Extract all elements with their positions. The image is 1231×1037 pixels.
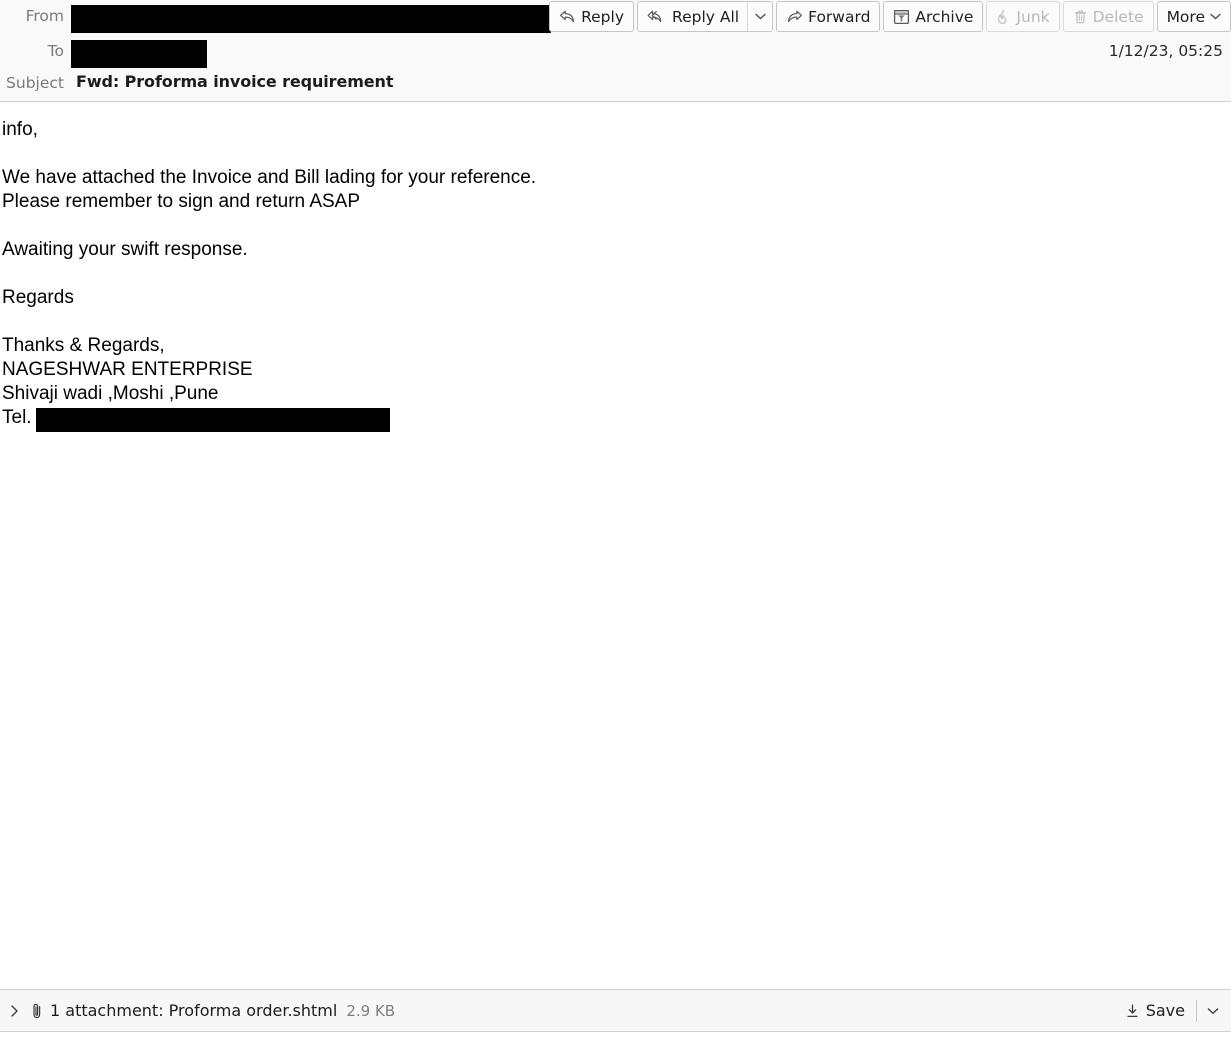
attachment-summary-label: 1 attachment: Proforma order.shtml xyxy=(50,1001,338,1020)
chevron-down-icon xyxy=(1207,1007,1219,1015)
reply-all-arrow-icon xyxy=(647,9,667,24)
subject-label: Subject xyxy=(6,74,64,92)
delete-button-label: Delete xyxy=(1092,7,1144,26)
junk-button[interactable]: Junk xyxy=(986,1,1060,32)
from-value-redaction xyxy=(71,5,551,33)
junk-button-label: Junk xyxy=(1016,7,1050,26)
from-label: From xyxy=(25,7,64,25)
reply-all-button[interactable]: Reply All xyxy=(638,2,747,31)
reply-button[interactable]: Reply xyxy=(549,1,634,32)
bottom-strip xyxy=(0,1032,1231,1037)
attachment-actions: Save xyxy=(1118,997,1231,1024)
forward-arrow-icon xyxy=(786,9,803,24)
archive-button[interactable]: Archive xyxy=(883,1,984,32)
forward-button[interactable]: Forward xyxy=(776,1,881,32)
reply-all-split-button[interactable]: Reply All xyxy=(637,1,774,32)
attachment-size-label: 2.9 KB xyxy=(346,1001,396,1020)
reply-all-button-label: Reply All xyxy=(672,7,740,26)
tel-value-redaction xyxy=(36,408,390,432)
subject-row: Subject Fwd: Proforma invoice requiremen… xyxy=(0,67,1231,101)
save-divider xyxy=(1196,999,1197,1022)
attachment-summary-area[interactable]: 1 attachment: Proforma order.shtml 2.9 K… xyxy=(0,1001,395,1020)
more-button-label: More xyxy=(1166,7,1205,26)
reply-button-label: Reply xyxy=(581,7,624,26)
flame-icon xyxy=(996,9,1011,25)
reply-arrow-icon xyxy=(559,9,576,24)
attachment-bar: 1 attachment: Proforma order.shtml 2.9 K… xyxy=(0,989,1231,1032)
to-value-redaction xyxy=(71,40,207,68)
message-toolbar: Reply Reply All Forward Archive Junk Del… xyxy=(549,1,1231,32)
chevron-down-icon xyxy=(754,13,766,20)
save-dropdown-button[interactable] xyxy=(1201,1007,1225,1015)
delete-button[interactable]: Delete xyxy=(1062,1,1154,32)
tel-label: Tel. xyxy=(2,407,32,428)
message-date: 1/12/23, 05:25 xyxy=(1108,42,1223,60)
archive-button-label: Archive xyxy=(915,7,974,26)
message-body: info, We have attached the Invoice and B… xyxy=(0,102,1231,989)
message-body-text: info, We have attached the Invoice and B… xyxy=(2,119,537,404)
more-button[interactable]: More xyxy=(1156,1,1231,32)
to-row: To 1/12/23, 05:25 xyxy=(0,35,1231,69)
subject-value: Fwd: Proforma invoice requirement xyxy=(76,72,394,91)
archive-box-icon xyxy=(893,9,910,25)
trash-can-icon xyxy=(1073,9,1088,25)
reply-all-dropdown-button[interactable] xyxy=(747,2,772,31)
message-header: From To 1/12/23, 05:25 Subject Fwd: Prof… xyxy=(0,0,1231,102)
chevron-right-icon[interactable] xyxy=(2,1004,26,1018)
paperclip-icon xyxy=(26,1002,48,1020)
download-icon xyxy=(1125,1003,1140,1019)
forward-button-label: Forward xyxy=(808,7,871,26)
chevron-down-icon xyxy=(1210,13,1221,20)
save-button[interactable]: Save xyxy=(1118,997,1192,1024)
to-label: To xyxy=(47,42,64,60)
save-button-label: Save xyxy=(1145,1001,1185,1020)
